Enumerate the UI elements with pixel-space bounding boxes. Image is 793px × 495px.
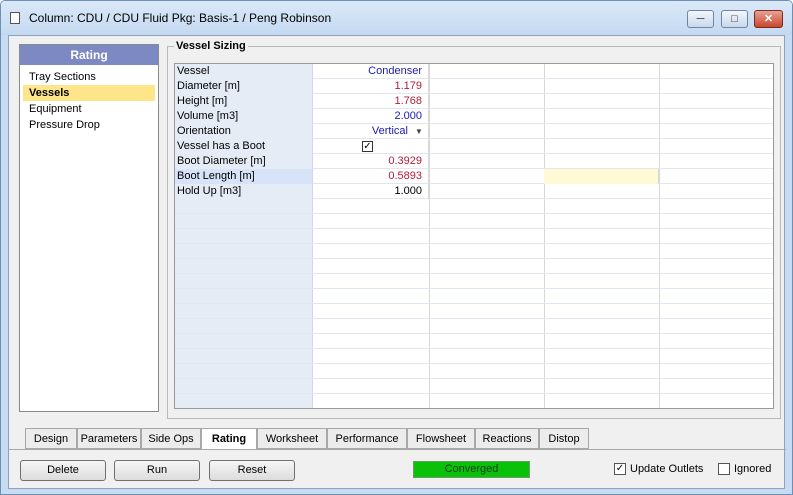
delete-button[interactable]: Delete [20, 460, 106, 481]
status-badge: Converged [413, 461, 530, 478]
tab-flowsheet[interactable]: Flowsheet [407, 428, 475, 449]
tab-strip: Design Parameters Side Ops Rating Worksh… [25, 428, 593, 450]
table-row [175, 334, 773, 349]
table-row [175, 199, 773, 214]
tab-design[interactable]: Design [25, 428, 77, 449]
table-row [175, 214, 773, 229]
orientation-dropdown[interactable]: Vertical ▼ [313, 124, 429, 139]
document-icon [10, 12, 20, 24]
table-row [175, 229, 773, 244]
ignored-label: Ignored [734, 463, 772, 475]
table-row: Boot Diameter [m] 0.3929 [175, 154, 773, 169]
row-label-vessel-has-boot: Vessel has a Boot [175, 139, 313, 154]
hold-up-value[interactable]: 1.000 [313, 184, 429, 199]
table-row [175, 259, 773, 274]
nav-item-equipment[interactable]: Equipment [23, 101, 155, 117]
table-row [175, 304, 773, 319]
tab-divider [9, 449, 786, 450]
orientation-value: Vertical [371, 125, 408, 137]
table-row: Hold Up [m3] 1.000 [175, 184, 773, 199]
table-row: Vessel has a Boot ✓ [175, 139, 773, 154]
table-row: Orientation Vertical ▼ [175, 124, 773, 139]
row-label-vessel: Vessel [175, 64, 313, 79]
vessel-sizing-grid: Vessel Condenser Diameter [m] 1.179 Heig… [174, 63, 774, 409]
table-row: Volume [m3] 2.000 [175, 109, 773, 124]
tab-performance[interactable]: Performance [327, 428, 407, 449]
update-outlets-label: Update Outlets [630, 463, 704, 475]
ignored-checkbox[interactable] [718, 463, 730, 475]
table-row [175, 244, 773, 259]
table-row [175, 289, 773, 304]
tab-reactions[interactable]: Reactions [475, 428, 539, 449]
vessel-has-boot-checkbox[interactable]: ✓ [362, 141, 373, 152]
row-label-orientation: Orientation [175, 124, 313, 139]
row-label-hold-up: Hold Up [m3] [175, 184, 313, 199]
maximize-button[interactable]: □ [721, 10, 748, 28]
table-row: Diameter [m] 1.179 [175, 79, 773, 94]
table-row: Height [m] 1.768 [175, 94, 773, 109]
table-row: Boot Length [m] 0.5893 [175, 169, 773, 184]
volume-value[interactable]: 2.000 [313, 109, 429, 124]
tab-side-ops[interactable]: Side Ops [141, 428, 201, 449]
table-row [175, 379, 773, 394]
row-label-boot-diameter: Boot Diameter [m] [175, 154, 313, 169]
tab-distop[interactable]: Distop [539, 428, 589, 449]
selected-empty-cell[interactable] [544, 169, 659, 184]
reset-button[interactable]: Reset [209, 460, 295, 481]
run-button[interactable]: Run [114, 460, 200, 481]
nav-item-pressure-drop[interactable]: Pressure Drop [23, 117, 155, 133]
minimize-button[interactable]: ─ [687, 10, 714, 28]
chevron-down-icon[interactable]: ▼ [413, 126, 425, 137]
boot-diameter-value[interactable]: 0.3929 [313, 154, 429, 169]
boot-length-value[interactable]: 0.5893 [313, 169, 429, 184]
row-label-height: Height [m] [175, 94, 313, 109]
vessel-value[interactable]: Condenser [313, 64, 429, 79]
height-value[interactable]: 1.768 [313, 94, 429, 109]
table-row [175, 394, 773, 408]
table-row [175, 349, 773, 364]
row-label-volume: Volume [m3] [175, 109, 313, 124]
close-button[interactable]: ✕ [754, 10, 783, 28]
table-row [175, 319, 773, 334]
client-area: Rating Tray Sections Vessels Equipment P… [8, 35, 786, 489]
nav-item-vessels[interactable]: Vessels [23, 85, 155, 101]
table-row [175, 274, 773, 289]
tab-rating[interactable]: Rating [201, 428, 257, 450]
tab-parameters[interactable]: Parameters [77, 428, 141, 449]
column-window: Column: CDU / CDU Fluid Pkg: Basis-1 / P… [0, 0, 793, 495]
diameter-value[interactable]: 1.179 [313, 79, 429, 94]
tab-worksheet[interactable]: Worksheet [257, 428, 327, 449]
nav-item-tray-sections[interactable]: Tray Sections [23, 69, 155, 85]
window-title: Column: CDU / CDU Fluid Pkg: Basis-1 / P… [29, 11, 332, 25]
vessel-sizing-label: Vessel Sizing [174, 40, 248, 52]
title-bar[interactable]: Column: CDU / CDU Fluid Pkg: Basis-1 / P… [1, 1, 792, 35]
nav-header: Rating [20, 45, 158, 65]
row-label-boot-length: Boot Length [m] [175, 169, 313, 184]
update-outlets-checkbox[interactable]: ✓ [614, 463, 626, 475]
table-row [175, 364, 773, 379]
vessel-has-boot-cell: ✓ [313, 139, 429, 154]
table-row: Vessel Condenser [175, 64, 773, 79]
rating-nav-panel: Rating Tray Sections Vessels Equipment P… [19, 44, 159, 412]
vessel-sizing-group: Vessel Sizing Vessel Condenser Diameter … [167, 41, 781, 419]
row-label-diameter: Diameter [m] [175, 79, 313, 94]
